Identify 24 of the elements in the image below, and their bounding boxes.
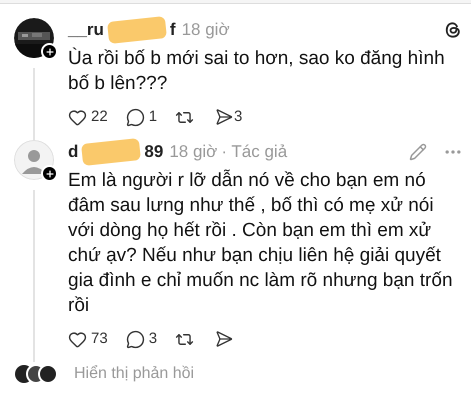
timestamp: 18 giờ: [182, 19, 230, 42]
heart-icon: [68, 108, 87, 126]
username[interactable]: d: [68, 139, 78, 165]
speech-bubble-icon: [126, 330, 145, 348]
redaction-mark: [106, 16, 167, 44]
redaction-mark: [81, 138, 142, 166]
follow-icon[interactable]: [41, 165, 58, 182]
username[interactable]: 89: [144, 139, 164, 165]
follow-icon[interactable]: [41, 43, 58, 60]
comment-text: Em là người r lỡ dẫn nó về cho bạn em nó đâm sau lưng như thế , bố thì có mẹ xử nói với dòng họ hết rồi . Còn bạn em thì em xử chứ ạv? Nếu như bạn chịu liên hệ giải quyết gia đình e chỉ muốn nc làm rõ nhưng bạn trốn rồi: [68, 168, 454, 318]
like-button[interactable]: 22: [68, 106, 108, 128]
reply-button[interactable]: 1: [126, 106, 158, 128]
like-button[interactable]: 73: [68, 328, 108, 350]
author-tag: · Tác giả: [221, 139, 288, 165]
username[interactable]: f: [170, 17, 176, 43]
speech-bubble-icon: [126, 108, 145, 126]
username[interactable]: __ru: [68, 17, 104, 43]
edit-icon[interactable]: [409, 143, 427, 161]
reply-button[interactable]: 3: [126, 328, 158, 350]
share-button[interactable]: 3: [212, 106, 242, 128]
heart-icon: [68, 330, 87, 348]
avatars-icon: [14, 364, 58, 384]
timestamp: 18 giờ: [169, 141, 218, 164]
comment-text: Ùa rồi bố b mới sai to hơn, sao ko đăng hình bố b lên???: [68, 46, 446, 96]
